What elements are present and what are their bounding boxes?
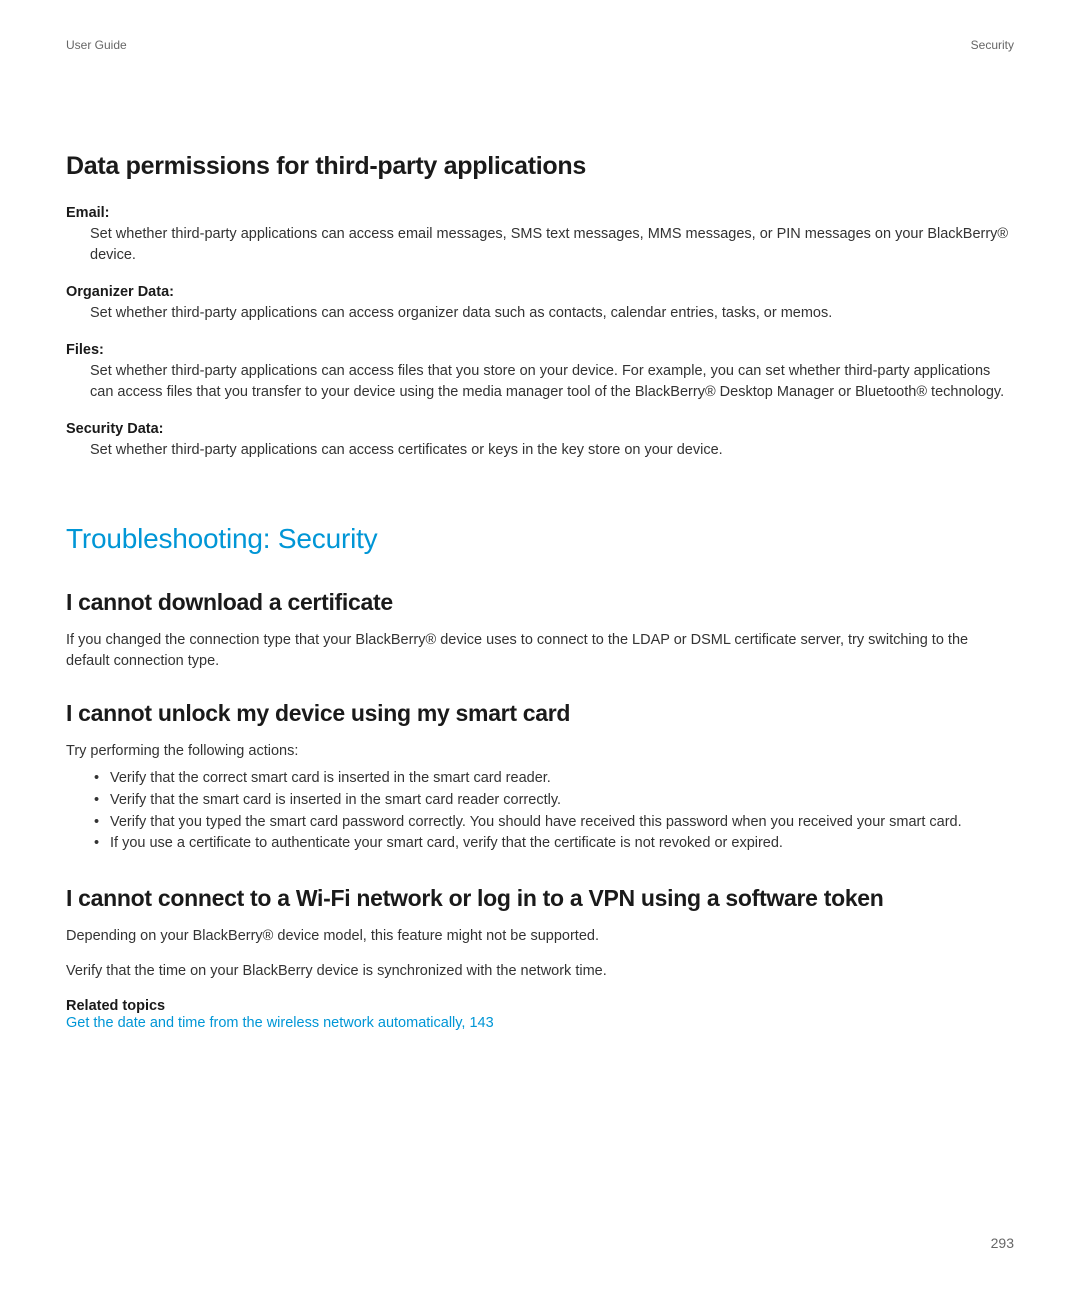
- term-files: Files: Set whether third-party applicati…: [66, 342, 1014, 403]
- page-number: 293: [991, 1235, 1014, 1251]
- term-desc: Set whether third-party applications can…: [66, 303, 1014, 324]
- cannot-download-cert-text: If you changed the connection type that …: [66, 630, 1014, 672]
- cannot-unlock-smartcard-intro: Try performing the following actions:: [66, 741, 1014, 762]
- term-desc: Set whether third-party applications can…: [66, 440, 1014, 461]
- term-label: Security Data:: [66, 421, 1014, 437]
- list-item: Verify that the correct smart card is in…: [110, 768, 1014, 790]
- header-right-text: Security: [971, 38, 1014, 52]
- term-security-data: Security Data: Set whether third-party a…: [66, 421, 1014, 461]
- document-page: User Guide Security Data permissions for…: [0, 0, 1080, 1296]
- page-header: User Guide Security: [66, 38, 1014, 52]
- related-topics-label: Related topics: [66, 998, 1014, 1014]
- cannot-unlock-smartcard-heading: I cannot unlock my device using my smart…: [66, 700, 1014, 727]
- term-desc: Set whether third-party applications can…: [66, 361, 1014, 403]
- term-label: Files:: [66, 342, 1014, 358]
- list-item: If you use a certificate to authenticate…: [110, 833, 1014, 855]
- list-item: Verify that you typed the smart card pas…: [110, 812, 1014, 834]
- wifi-text-2: Verify that the time on your BlackBerry …: [66, 961, 1014, 982]
- term-email: Email: Set whether third-party applicati…: [66, 205, 1014, 266]
- header-left-text: User Guide: [66, 38, 127, 52]
- troubleshooting-heading: Troubleshooting: Security: [66, 523, 1014, 555]
- term-label: Organizer Data:: [66, 284, 1014, 300]
- term-desc: Set whether third-party applications can…: [66, 224, 1014, 266]
- smartcard-bullet-list: Verify that the correct smart card is in…: [66, 768, 1014, 855]
- term-label: Email:: [66, 205, 1014, 221]
- cannot-download-cert-heading: I cannot download a certificate: [66, 589, 1014, 616]
- list-item: Verify that the smart card is inserted i…: [110, 790, 1014, 812]
- term-organizer-data: Organizer Data: Set whether third-party …: [66, 284, 1014, 324]
- data-permissions-heading: Data permissions for third-party applica…: [66, 152, 1014, 181]
- cannot-connect-wifi-heading: I cannot connect to a Wi-Fi network or l…: [66, 885, 1014, 912]
- related-topic-link[interactable]: Get the date and time from the wireless …: [66, 1015, 1014, 1031]
- wifi-text-1: Depending on your BlackBerry® device mod…: [66, 926, 1014, 947]
